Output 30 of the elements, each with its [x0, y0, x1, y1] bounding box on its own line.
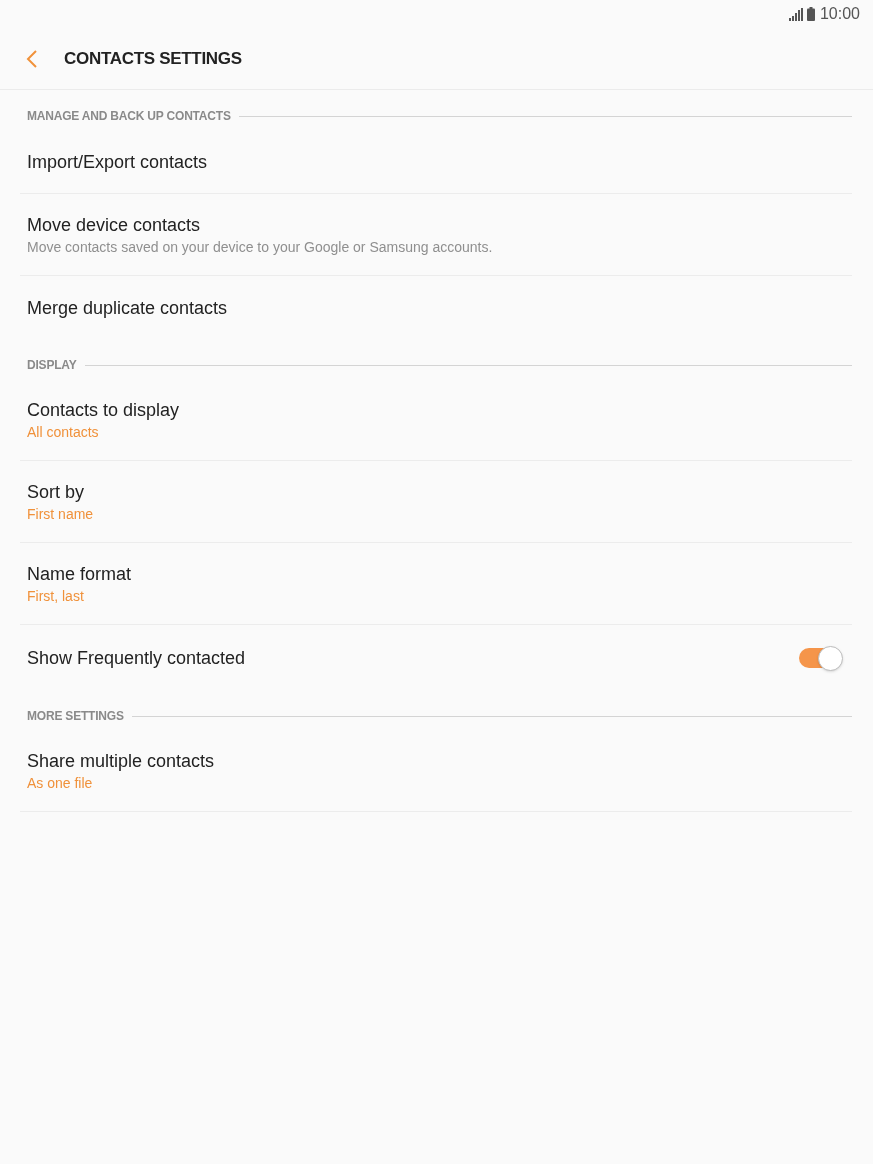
setting-value: As one file	[27, 774, 94, 793]
settings-row[interactable]: Import/Export contacts	[20, 130, 852, 194]
settings-row[interactable]: Sort by First name	[20, 461, 852, 543]
section-header: MANAGE AND BACK UP CONTACTS	[27, 108, 231, 124]
setting-title: Sort by	[27, 481, 86, 504]
toggle-switch[interactable]	[799, 645, 843, 671]
setting-title: Show Frequently contacted	[27, 647, 246, 670]
status-time: 10:00	[819, 4, 860, 24]
settings-row[interactable]: Share multiple contacts As one file	[20, 730, 852, 812]
setting-title: Contacts to display	[27, 399, 181, 422]
settings-row[interactable]: Move device contacts Move contacts saved on your device to your Google or Samsung accounts.	[20, 194, 852, 276]
setting-title: Share multiple contacts	[27, 750, 216, 773]
settings-row[interactable]: Merge duplicate contacts	[20, 276, 852, 339]
settings-row[interactable]: Show Frequently contacted	[20, 625, 852, 690]
battery-icon	[806, 7, 815, 21]
setting-title: Move device contacts	[27, 214, 202, 237]
section-header: MORE SETTINGS	[27, 708, 124, 724]
setting-description: Move contacts saved on your device to your Google or Samsung accounts.	[27, 238, 494, 257]
setting-title: Name format	[27, 563, 133, 586]
setting-value: First, last	[27, 587, 85, 606]
setting-value: First name	[27, 505, 95, 524]
setting-title: Import/Export contacts	[27, 151, 209, 174]
page-title: CONTACTS SETTINGS	[64, 47, 242, 70]
section-header: DISPLAY	[27, 357, 77, 373]
signal-icon	[788, 7, 803, 21]
back-icon	[25, 49, 37, 68]
settings-row[interactable]: Contacts to display All contacts	[20, 379, 852, 461]
setting-title: Merge duplicate contacts	[27, 297, 229, 320]
settings-row[interactable]: Name format First, last	[20, 543, 852, 625]
setting-value: All contacts	[27, 423, 100, 442]
